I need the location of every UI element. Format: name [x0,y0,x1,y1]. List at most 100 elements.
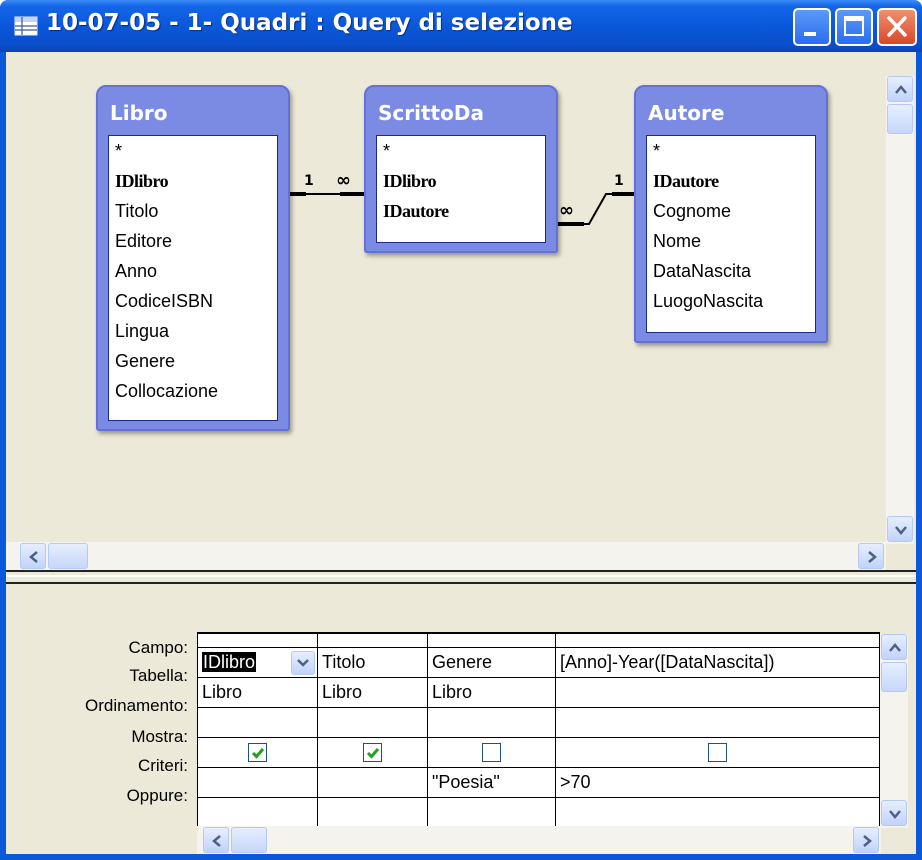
field-item[interactable]: LuogoNascita [647,286,815,316]
grid-vertical-scrollbar[interactable] [880,634,908,828]
table-autore[interactable]: Autore * IDautore Cognome Nome DataNasci… [634,85,828,343]
scroll-up-button[interactable] [887,76,913,102]
field-item[interactable]: Lingua [109,316,277,346]
grid-cell[interactable] [317,766,428,798]
grid-cell[interactable]: >70 [555,766,880,798]
minimize-icon [804,32,816,36]
grid-row-ordinamento [197,706,880,738]
minimize-button[interactable] [793,8,831,46]
grid-cell[interactable] [197,706,318,738]
scroll-right-icon [863,835,872,847]
field-item[interactable]: CodiceISBN [109,286,277,316]
show-checkbox[interactable] [248,743,267,763]
show-checkbox[interactable] [708,743,727,763]
field-item[interactable]: Cognome [647,196,815,226]
field-item[interactable]: Collocazione [109,376,277,406]
field-item[interactable]: DataNascita [647,256,815,286]
field-item[interactable]: * [647,136,815,166]
field-item[interactable]: Nome [647,226,815,256]
show-checkbox[interactable] [482,743,501,763]
table-title: ScrittoDa [378,101,484,125]
scroll-thumb[interactable] [48,543,88,569]
scroll-thumb[interactable] [887,104,913,134]
column-selector[interactable] [555,632,880,648]
grid-cell[interactable] [427,796,556,828]
title-bar[interactable]: 10-07-05 - 1- Quadri : Query di selezion… [0,0,922,52]
scroll-up-button[interactable] [881,634,907,660]
row-label-ordinamento: Ordinamento: [85,696,188,715]
close-button[interactable] [877,8,917,46]
field-item[interactable]: Anno [109,256,277,286]
field-item-key[interactable]: IDlibro [377,166,545,196]
checkmark-icon [251,748,265,759]
field-list[interactable]: * IDautore Cognome Nome DataNascita Luog… [646,135,816,333]
field-item[interactable]: Genere [109,346,277,376]
grid-cell[interactable] [555,706,880,738]
row-label-campo: Campo: [128,638,188,657]
scroll-right-icon [868,551,877,563]
maximize-button[interactable] [835,8,873,46]
row-label-tabella: Tabella: [129,666,188,685]
scroll-down-icon [889,810,901,819]
field-item[interactable]: * [109,136,277,166]
scroll-thumb[interactable] [881,662,907,692]
pane-splitter[interactable] [6,570,916,584]
field-item-key[interactable]: IDautore [377,196,545,226]
grid-cell[interactable] [555,796,880,828]
grid-cell[interactable] [317,796,428,828]
grid-cell[interactable]: Titolo [317,646,428,678]
upper-horizontal-scrollbar[interactable] [6,542,886,570]
field-value-selected[interactable]: IDlibro [202,651,257,672]
grid-cell[interactable] [197,796,318,828]
scroll-down-button[interactable] [881,800,907,826]
show-checkbox[interactable] [363,743,382,763]
close-icon [887,16,907,37]
row-label-oppure: Oppure: [126,786,188,805]
upper-vertical-scrollbar[interactable] [886,76,914,544]
dropdown-button[interactable] [291,650,315,675]
field-item[interactable]: * [377,136,545,166]
row-label-mostra: Mostra: [131,727,188,746]
field-list[interactable]: * IDlibro Titolo Editore Anno CodiceISBN… [108,135,278,421]
scroll-thumb[interactable] [231,827,267,853]
table-title: Autore [648,101,725,125]
scroll-up-icon [895,85,907,94]
grid-cell[interactable] [555,676,880,708]
table-libro[interactable]: Libro * IDlibro Titolo Editore Anno Codi… [96,85,290,431]
design-grid: IDlibro Titolo Genere [Anno]-Year([DataN… [197,632,880,828]
window-title: 10-07-05 - 1- Quadri : Query di selezion… [46,10,573,36]
column-selector[interactable] [317,632,428,648]
table-pane: 1 ∞ 1 ∞ Libro * IDlibro Titolo Editore A… [6,52,916,572]
grid-cell[interactable]: Libro [197,676,318,708]
maximize-icon [844,16,864,36]
grid-row-tabella: Libro Libro Libro [197,676,880,708]
scroll-right-button[interactable] [858,543,884,569]
rel1-one-label: 1 [304,173,314,189]
scroll-down-button[interactable] [887,516,913,542]
field-item-key[interactable]: IDlibro [109,166,277,196]
column-selector-row[interactable] [197,632,880,648]
column-selector[interactable] [427,632,556,648]
grid-cell[interactable] [427,706,556,738]
grid-cell[interactable]: "Poesia" [427,766,556,798]
checkmark-icon [366,748,380,759]
show-cell [427,736,556,768]
field-list[interactable]: * IDlibro IDautore [376,135,546,243]
grid-cell[interactable] [317,706,428,738]
table-scrittoda[interactable]: ScrittoDa * IDlibro IDautore [364,85,558,253]
field-item-key[interactable]: IDautore [647,166,815,196]
grid-cell[interactable]: Libro [317,676,428,708]
grid-horizontal-scrollbar[interactable] [197,826,881,854]
field-combobox[interactable]: IDlibro [197,646,318,678]
column-selector[interactable] [197,632,318,648]
grid-cell[interactable]: Genere [427,646,556,678]
field-item[interactable]: Titolo [109,196,277,226]
grid-cell[interactable]: Libro [427,676,556,708]
scroll-left-button[interactable] [203,827,229,853]
field-item[interactable]: Editore [109,226,277,256]
scroll-right-button[interactable] [853,827,879,853]
scroll-left-button[interactable] [20,543,46,569]
show-cell [317,736,428,768]
grid-cell[interactable]: [Anno]-Year([DataNascita]) [555,646,880,678]
grid-cell[interactable] [197,766,318,798]
